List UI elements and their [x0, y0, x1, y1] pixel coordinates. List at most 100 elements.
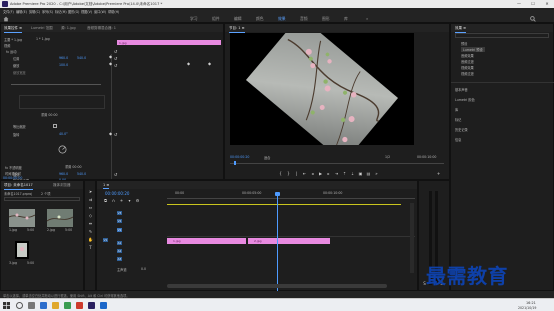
go-to-in-icon[interactable]: ⇤: [302, 171, 307, 176]
panel-history[interactable]: 历史记录: [455, 127, 468, 132]
tab-effect-controls[interactable]: 效果控件 ≡: [4, 26, 23, 33]
lift-icon[interactable]: ⇡: [342, 171, 347, 176]
premiere-taskbar-icon[interactable]: [88, 302, 95, 309]
razor-tool-icon[interactable]: ◇: [88, 213, 93, 218]
rotation-dial-icon[interactable]: [58, 145, 67, 154]
track-v3-label[interactable]: V3: [117, 211, 122, 215]
workspace-libraries[interactable]: 库: [344, 16, 348, 22]
file-explorer-icon[interactable]: [52, 302, 59, 309]
playhead-handle[interactable]: [275, 192, 280, 196]
comparison-view-icon[interactable]: ▤: [366, 171, 371, 176]
uniform-scale-checkbox[interactable]: [53, 124, 57, 128]
reset-effect-icon[interactable]: ↺: [113, 49, 118, 54]
tab-effects[interactable]: 效果 ≡: [455, 26, 467, 33]
track-a2-label[interactable]: A2: [117, 249, 122, 253]
panel-markers[interactable]: 标记: [455, 117, 461, 122]
effects-item-presets[interactable]: 预设: [461, 41, 467, 46]
program-scrub-bar[interactable]: [230, 163, 444, 164]
effects-item-lumetri-presets[interactable]: Lumetri 预设: [461, 47, 485, 52]
track-v2-label[interactable]: V2: [117, 219, 122, 223]
app-icon[interactable]: [100, 302, 107, 309]
minimize-button[interactable]: —: [512, 0, 526, 8]
type-tool-icon[interactable]: T: [88, 245, 93, 250]
workspace-editing[interactable]: 编辑: [234, 16, 242, 22]
effects-item-audio-transitions[interactable]: 音频过渡: [461, 59, 474, 64]
workspace-assembly[interactable]: 组件: [212, 16, 220, 22]
sub-reset-a[interactable]: 重置 00:00: [41, 112, 58, 117]
timeline-timecode[interactable]: 00:00:00:20: [105, 191, 129, 196]
tab-source[interactable]: 源: 1.jpg: [61, 26, 76, 31]
export-frame-icon[interactable]: ▣: [358, 171, 363, 176]
effects-item-video-effects[interactable]: 视频效果: [461, 65, 474, 70]
step-forward-icon[interactable]: ▸: [326, 171, 331, 176]
position-y-value[interactable]: 540.0: [77, 56, 86, 60]
anchor-x-value[interactable]: 960.0: [59, 172, 68, 176]
tab-media-browser[interactable]: 媒体浏览器: [53, 183, 71, 188]
workspace-more[interactable]: »: [366, 16, 368, 21]
home-icon[interactable]: [3, 16, 9, 22]
track-a1-label[interactable]: A1: [117, 241, 122, 245]
effects-search-input[interactable]: [455, 33, 549, 38]
project-thumb-1[interactable]: [8, 209, 36, 227]
workspace-effects[interactable]: 效果: [278, 16, 286, 22]
source-patch-v1[interactable]: V1: [103, 238, 108, 242]
timeline-clip-2[interactable]: 2.jpg: [248, 238, 330, 244]
program-timecode-current[interactable]: 00:00:00:20: [230, 155, 249, 159]
opacity-effect[interactable]: fx 不透明度: [5, 165, 22, 170]
timeline-ruler[interactable]: [167, 198, 415, 199]
reset-parameter-icon[interactable]: ↺: [113, 132, 118, 137]
program-resolution-dropdown[interactable]: 1/2: [385, 155, 390, 159]
close-button[interactable]: ✕: [540, 0, 554, 8]
search-taskbar-icon[interactable]: [16, 302, 23, 309]
timeline-playhead[interactable]: [277, 193, 278, 291]
workspace-learn[interactable]: 学习: [190, 16, 198, 22]
panel-essential-sound[interactable]: 基本声音: [455, 87, 468, 92]
scale-value[interactable]: 100.0: [59, 63, 68, 67]
mark-out-icon[interactable]: }: [286, 171, 291, 176]
motion-effect[interactable]: fx 运动: [6, 49, 16, 54]
anchor-y-value[interactable]: 540.0: [77, 172, 86, 176]
keyframe-marker-icon[interactable]: ◆: [207, 61, 212, 66]
pen-tool-icon[interactable]: ✎: [88, 229, 93, 234]
selection-tool-icon[interactable]: ➤: [88, 189, 93, 194]
tab-sequence[interactable]: 1 ≡: [103, 183, 110, 189]
workspace-color[interactable]: 颜色: [256, 16, 264, 22]
effects-item-audio-effects[interactable]: 音频效果: [461, 53, 474, 58]
panel-info[interactable]: 信息: [455, 137, 461, 142]
snap-icon[interactable]: ∩: [111, 198, 116, 203]
add-button-icon[interactable]: +: [436, 171, 441, 176]
maximize-button[interactable]: ☐: [526, 0, 540, 8]
workspace-audio[interactable]: 音频: [300, 16, 308, 22]
more-controls-icon[interactable]: »: [374, 171, 379, 176]
sequence-clip-label[interactable]: 1 * 1.jpg: [36, 37, 50, 41]
edge-browser-icon[interactable]: [40, 302, 47, 309]
play-icon[interactable]: ▶: [318, 171, 323, 176]
position-x-value[interactable]: 960.0: [59, 56, 68, 60]
workspace-graphics[interactable]: 图形: [322, 16, 330, 22]
add-marker-icon[interactable]: ▾: [127, 198, 132, 203]
project-thumb-2[interactable]: [46, 209, 74, 227]
keyframe-marker-icon[interactable]: ◆: [186, 61, 191, 66]
panel-lumetri-color[interactable]: Lumetri 颜色: [455, 97, 475, 102]
track-v1-label[interactable]: V1: [117, 228, 122, 232]
reset-parameter-icon[interactable]: ↺: [113, 63, 118, 68]
tab-audio-clip-mixer[interactable]: 音频剪辑混合器: 1: [87, 26, 116, 31]
ripple-edit-tool-icon[interactable]: ⇔: [88, 205, 93, 210]
slip-tool-icon[interactable]: ⇹: [88, 221, 93, 226]
task-view-icon[interactable]: [28, 302, 35, 309]
rotation-value[interactable]: 40.0°: [59, 132, 68, 136]
program-playhead[interactable]: [234, 161, 236, 165]
search-icon[interactable]: [530, 16, 536, 22]
timeline-vertical-scrollbar[interactable]: [410, 203, 414, 273]
clock-date[interactable]: 2021/10/19: [518, 306, 536, 310]
work-area-bar[interactable]: [167, 204, 401, 205]
timeline-settings-icon[interactable]: ⚙: [135, 198, 140, 203]
program-fit-dropdown[interactable]: 适合: [264, 155, 270, 160]
tab-program[interactable]: 节目: 1 ≡: [229, 26, 245, 33]
timeline-clip-1[interactable]: 1.jpg: [167, 238, 246, 244]
master-track-value[interactable]: 0.0: [141, 267, 146, 271]
project-thumb-3[interactable]: [15, 241, 29, 259]
panel-libraries[interactable]: 库: [455, 107, 458, 112]
track-select-tool-icon[interactable]: ⇉: [88, 197, 93, 202]
track-a3-label[interactable]: A3: [117, 257, 122, 261]
